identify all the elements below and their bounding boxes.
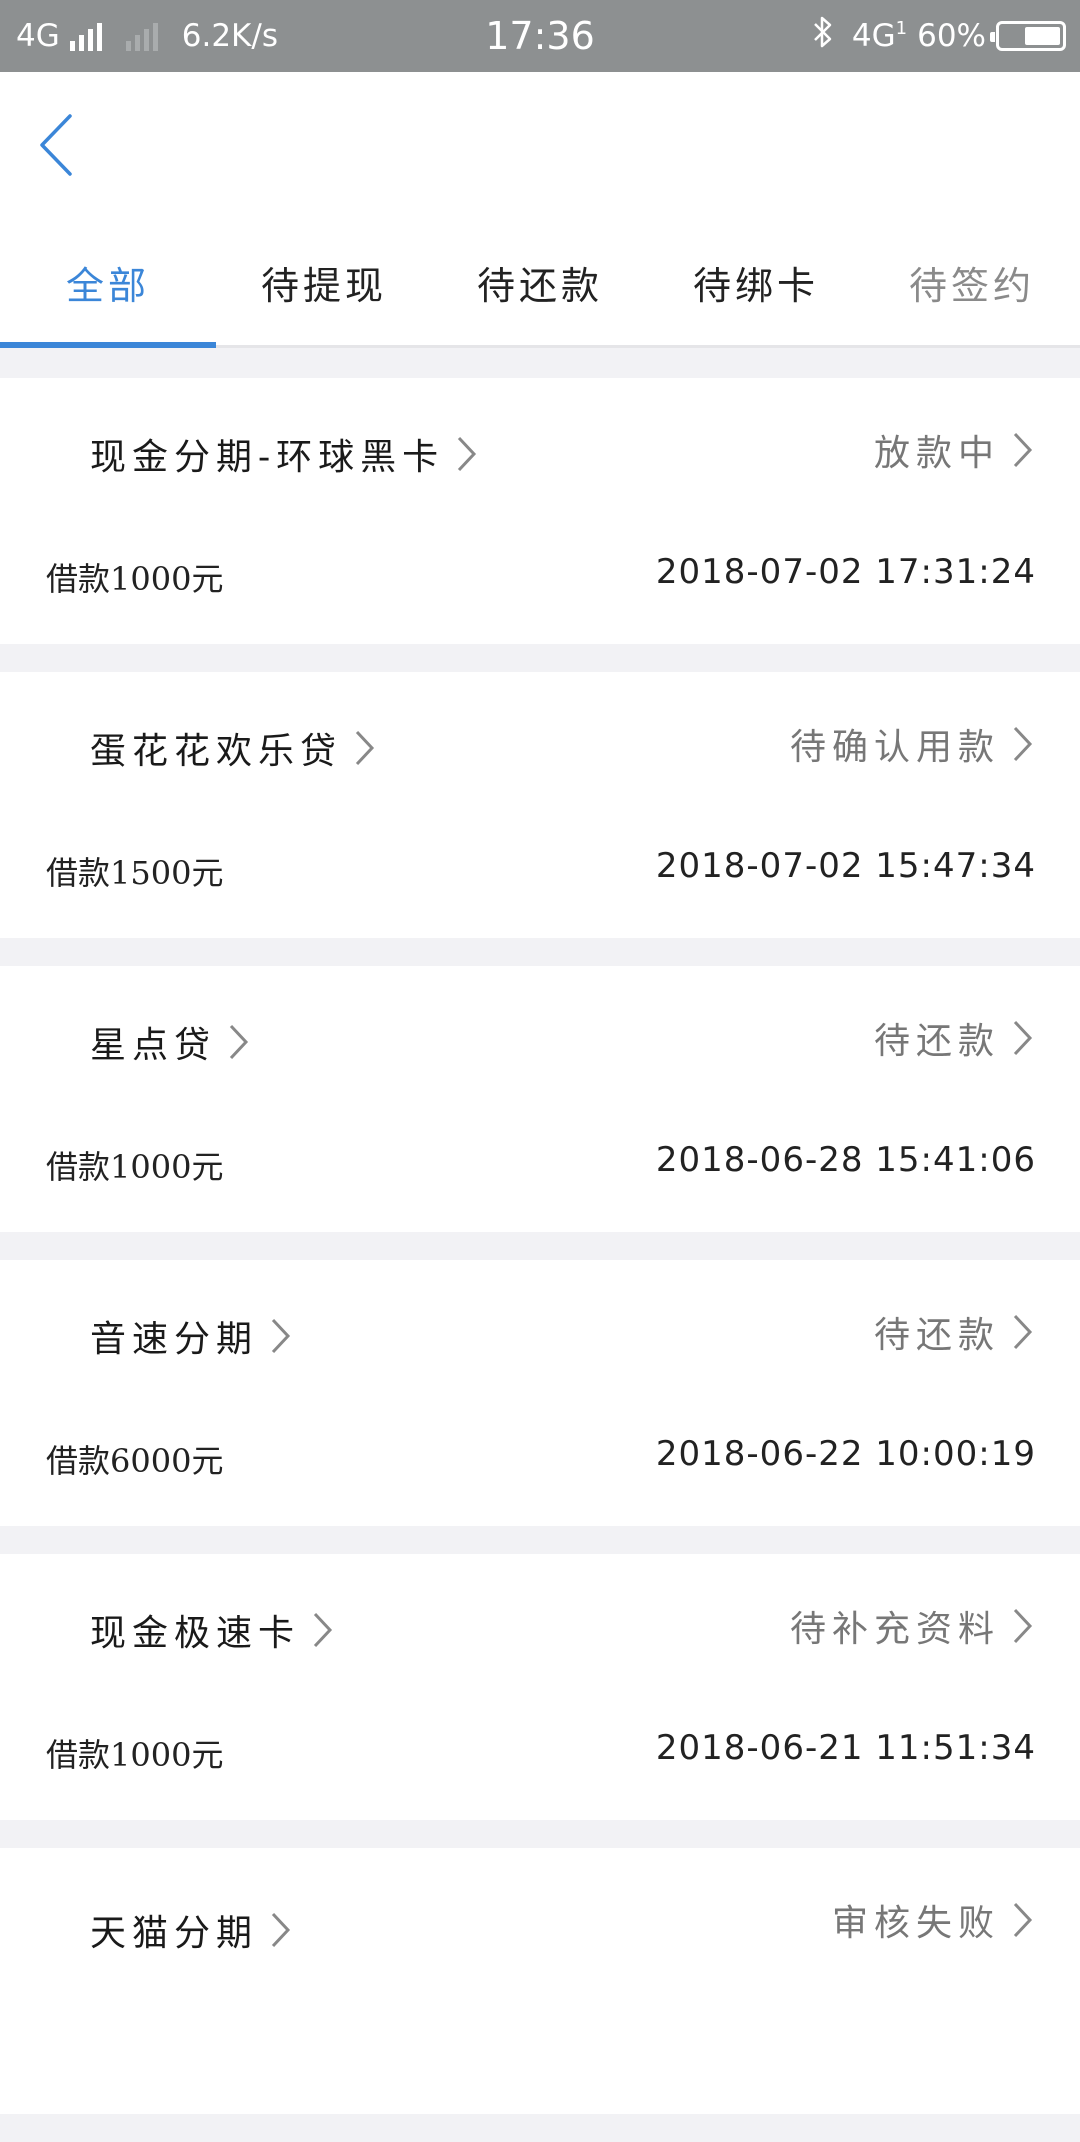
signal-icon (69, 21, 102, 51)
chevron-right-icon (1013, 1314, 1033, 1350)
network-right-indicator: 4G 1 (852, 18, 907, 54)
back-button[interactable] (36, 112, 96, 182)
network-right-type: 4G (851, 18, 896, 54)
network-right-sub: 1 (895, 18, 908, 39)
loan-product-link[interactable]: 现金分期-环球黑卡 (90, 428, 478, 480)
network-speed: 6.2K/s (181, 18, 278, 54)
loan-status-link[interactable]: 待确认用款 (790, 718, 1034, 770)
chevron-right-icon (458, 436, 477, 472)
status-right: 4G 1 60% (812, 0, 1066, 72)
battery-icon (990, 21, 1066, 51)
chevron-right-icon (229, 1024, 249, 1060)
loan-status-link[interactable]: 放款中 (874, 424, 1034, 476)
loan-amount: 借款1000元 (46, 560, 224, 598)
loan-list: 现金分期-环球黑卡 放款中 借款1000元 2018-07-02 17:31:2… (0, 378, 1080, 2142)
battery-percent: 60% (917, 18, 986, 54)
loan-card[interactable]: 音速分期 待还款 借款6000元 2018-06-22 10:00:19 (0, 1260, 1080, 1526)
loan-status-link[interactable]: 审核失败 (832, 1894, 1034, 1946)
chevron-right-icon (1013, 1902, 1033, 1938)
loan-status: 待还款 (873, 1315, 1000, 1356)
tab-pending-bind-card[interactable]: 待绑卡 (648, 220, 864, 345)
loan-card[interactable]: 现金极速卡 待补充资料 借款1000元 2018-06-21 11:51:34 (0, 1554, 1080, 1820)
loan-status: 待确认用款 (789, 727, 1000, 768)
tab-all[interactable]: 全部 (0, 220, 216, 345)
loan-time: 2018-06-21 11:51:34 (655, 1728, 1036, 1768)
loan-status: 审核失败 (831, 1903, 1000, 1944)
loan-product-name: 现金极速卡 (90, 1613, 301, 1654)
loan-product-name: 星点贷 (90, 1025, 217, 1066)
network-type: 4G (16, 18, 60, 54)
signal-secondary-icon (125, 21, 158, 51)
tab-indicator (0, 342, 216, 348)
loan-status: 放款中 (873, 433, 1000, 474)
loan-amount: 借款1000元 (46, 1148, 224, 1186)
loan-product-name: 天猫分期 (90, 1913, 259, 1954)
chevron-right-icon (355, 730, 375, 766)
tab-pending-repay[interactable]: 待还款 (432, 220, 648, 345)
loan-card[interactable]: 蛋花花欢乐贷 待确认用款 借款1500元 2018-07-02 15:47:34 (0, 672, 1080, 938)
chevron-right-icon (271, 1912, 291, 1948)
filter-tabs: 全部 待提现 待还款 待绑卡 待签约 (0, 220, 1080, 348)
loan-card[interactable]: 星点贷 待还款 借款1000元 2018-06-28 15:41:06 (0, 966, 1080, 1232)
loan-product-link[interactable]: 天猫分期 (90, 1904, 292, 1956)
loan-card[interactable]: 天猫分期 审核失败 (0, 1848, 1080, 2114)
loan-product-link[interactable]: 现金极速卡 (90, 1604, 334, 1656)
chevron-right-icon (1013, 1020, 1033, 1056)
chevron-right-icon (1013, 726, 1033, 762)
loan-card[interactable]: 现金分期-环球黑卡 放款中 借款1000元 2018-07-02 17:31:2… (0, 378, 1080, 644)
loan-amount: 借款1000元 (46, 1736, 224, 1774)
loan-product-name: 音速分期 (90, 1319, 259, 1360)
chevron-left-icon (40, 114, 72, 176)
chevron-right-icon (1013, 432, 1033, 468)
loan-time: 2018-06-28 15:41:06 (655, 1140, 1036, 1180)
loan-status-link[interactable]: 待补充资料 (790, 1600, 1034, 1652)
loan-product-name: 蛋花花欢乐贷 (90, 731, 343, 772)
loan-product-link[interactable]: 音速分期 (90, 1310, 292, 1362)
status-left: 4G 6.2K/s (16, 0, 278, 72)
loan-amount: 借款6000元 (46, 1442, 224, 1480)
loan-time: 2018-07-02 15:47:34 (655, 846, 1036, 886)
loan-product-link[interactable]: 蛋花花欢乐贷 (90, 722, 376, 774)
tab-pending-sign[interactable]: 待签约 (864, 220, 1080, 345)
loan-time: 2018-07-02 17:31:24 (655, 552, 1036, 592)
loan-product-name: 现金分期-环球黑卡 (90, 437, 445, 478)
loan-amount: 借款1500元 (46, 854, 224, 892)
chevron-right-icon (313, 1612, 333, 1648)
bluetooth-icon (812, 15, 834, 57)
status-bar: 4G 6.2K/s 17:36 4G 1 60% (0, 0, 1080, 72)
header (0, 72, 1080, 220)
loan-product-link[interactable]: 星点贷 (90, 1016, 250, 1068)
loan-time: 2018-06-22 10:00:19 (655, 1434, 1036, 1474)
loan-status: 待还款 (873, 1021, 1000, 1062)
loan-status: 待补充资料 (789, 1609, 1000, 1650)
chevron-right-icon (271, 1318, 291, 1354)
loan-status-link[interactable]: 待还款 (874, 1012, 1034, 1064)
chevron-right-icon (1013, 1608, 1033, 1644)
tab-pending-withdraw[interactable]: 待提现 (216, 220, 432, 345)
loan-status-link[interactable]: 待还款 (874, 1306, 1034, 1358)
